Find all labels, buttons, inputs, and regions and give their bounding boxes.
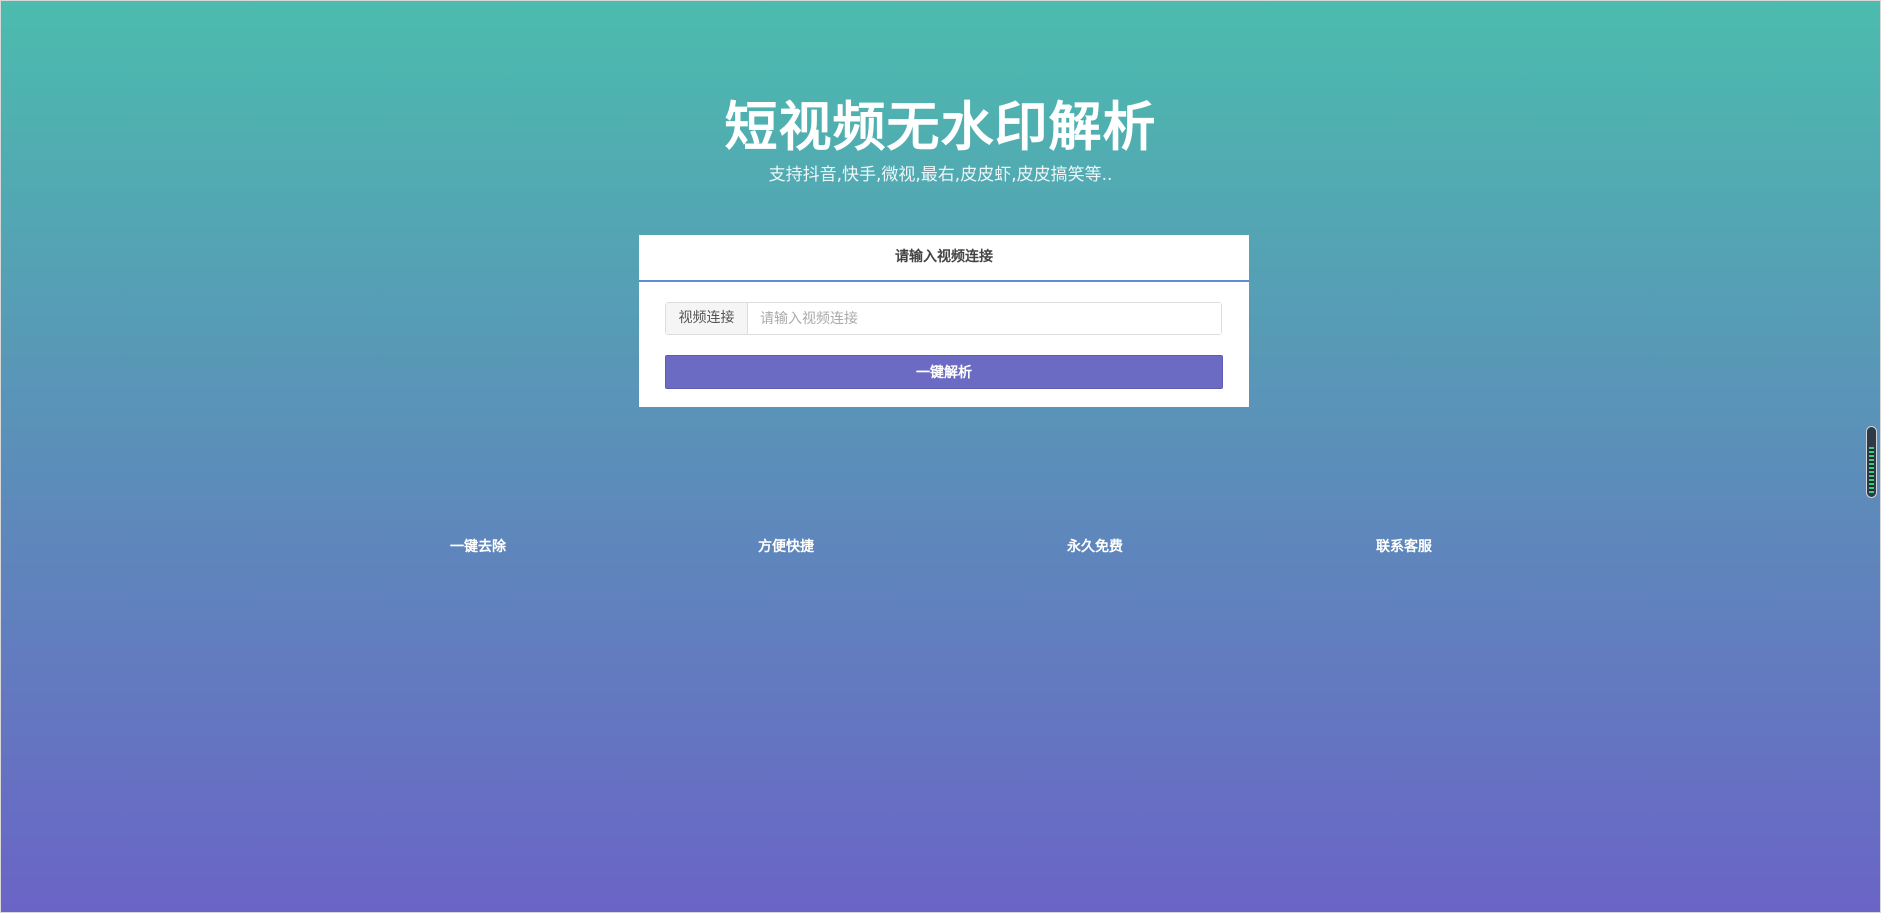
page-subtitle: 支持抖音,快手,微视,最右,皮皮虾,皮皮搞笑等..	[768, 165, 1113, 185]
feature-list: 一键去除 方便快捷 永久免费 联系客服	[0, 536, 1881, 558]
page-title: 短视频无水印解析	[724, 97, 1157, 158]
card-heading: 请输入视频连接	[639, 235, 1249, 282]
battery-widget-icon[interactable]	[1866, 426, 1877, 498]
video-link-input[interactable]	[748, 303, 1221, 334]
video-link-input-group: 视频连接	[665, 302, 1222, 335]
battery-level-bars	[1869, 447, 1874, 493]
parse-button[interactable]: 一键解析	[665, 355, 1223, 389]
parse-card: 请输入视频连接 视频连接 一键解析	[639, 235, 1249, 407]
video-link-label: 视频连接	[666, 303, 748, 334]
feature-item-convenient[interactable]: 方便快捷	[706, 536, 866, 558]
feature-item-remove[interactable]: 一键去除	[398, 536, 558, 558]
feature-item-contact[interactable]: 联系客服	[1324, 536, 1484, 558]
feature-item-free[interactable]: 永久免费	[1015, 536, 1175, 558]
